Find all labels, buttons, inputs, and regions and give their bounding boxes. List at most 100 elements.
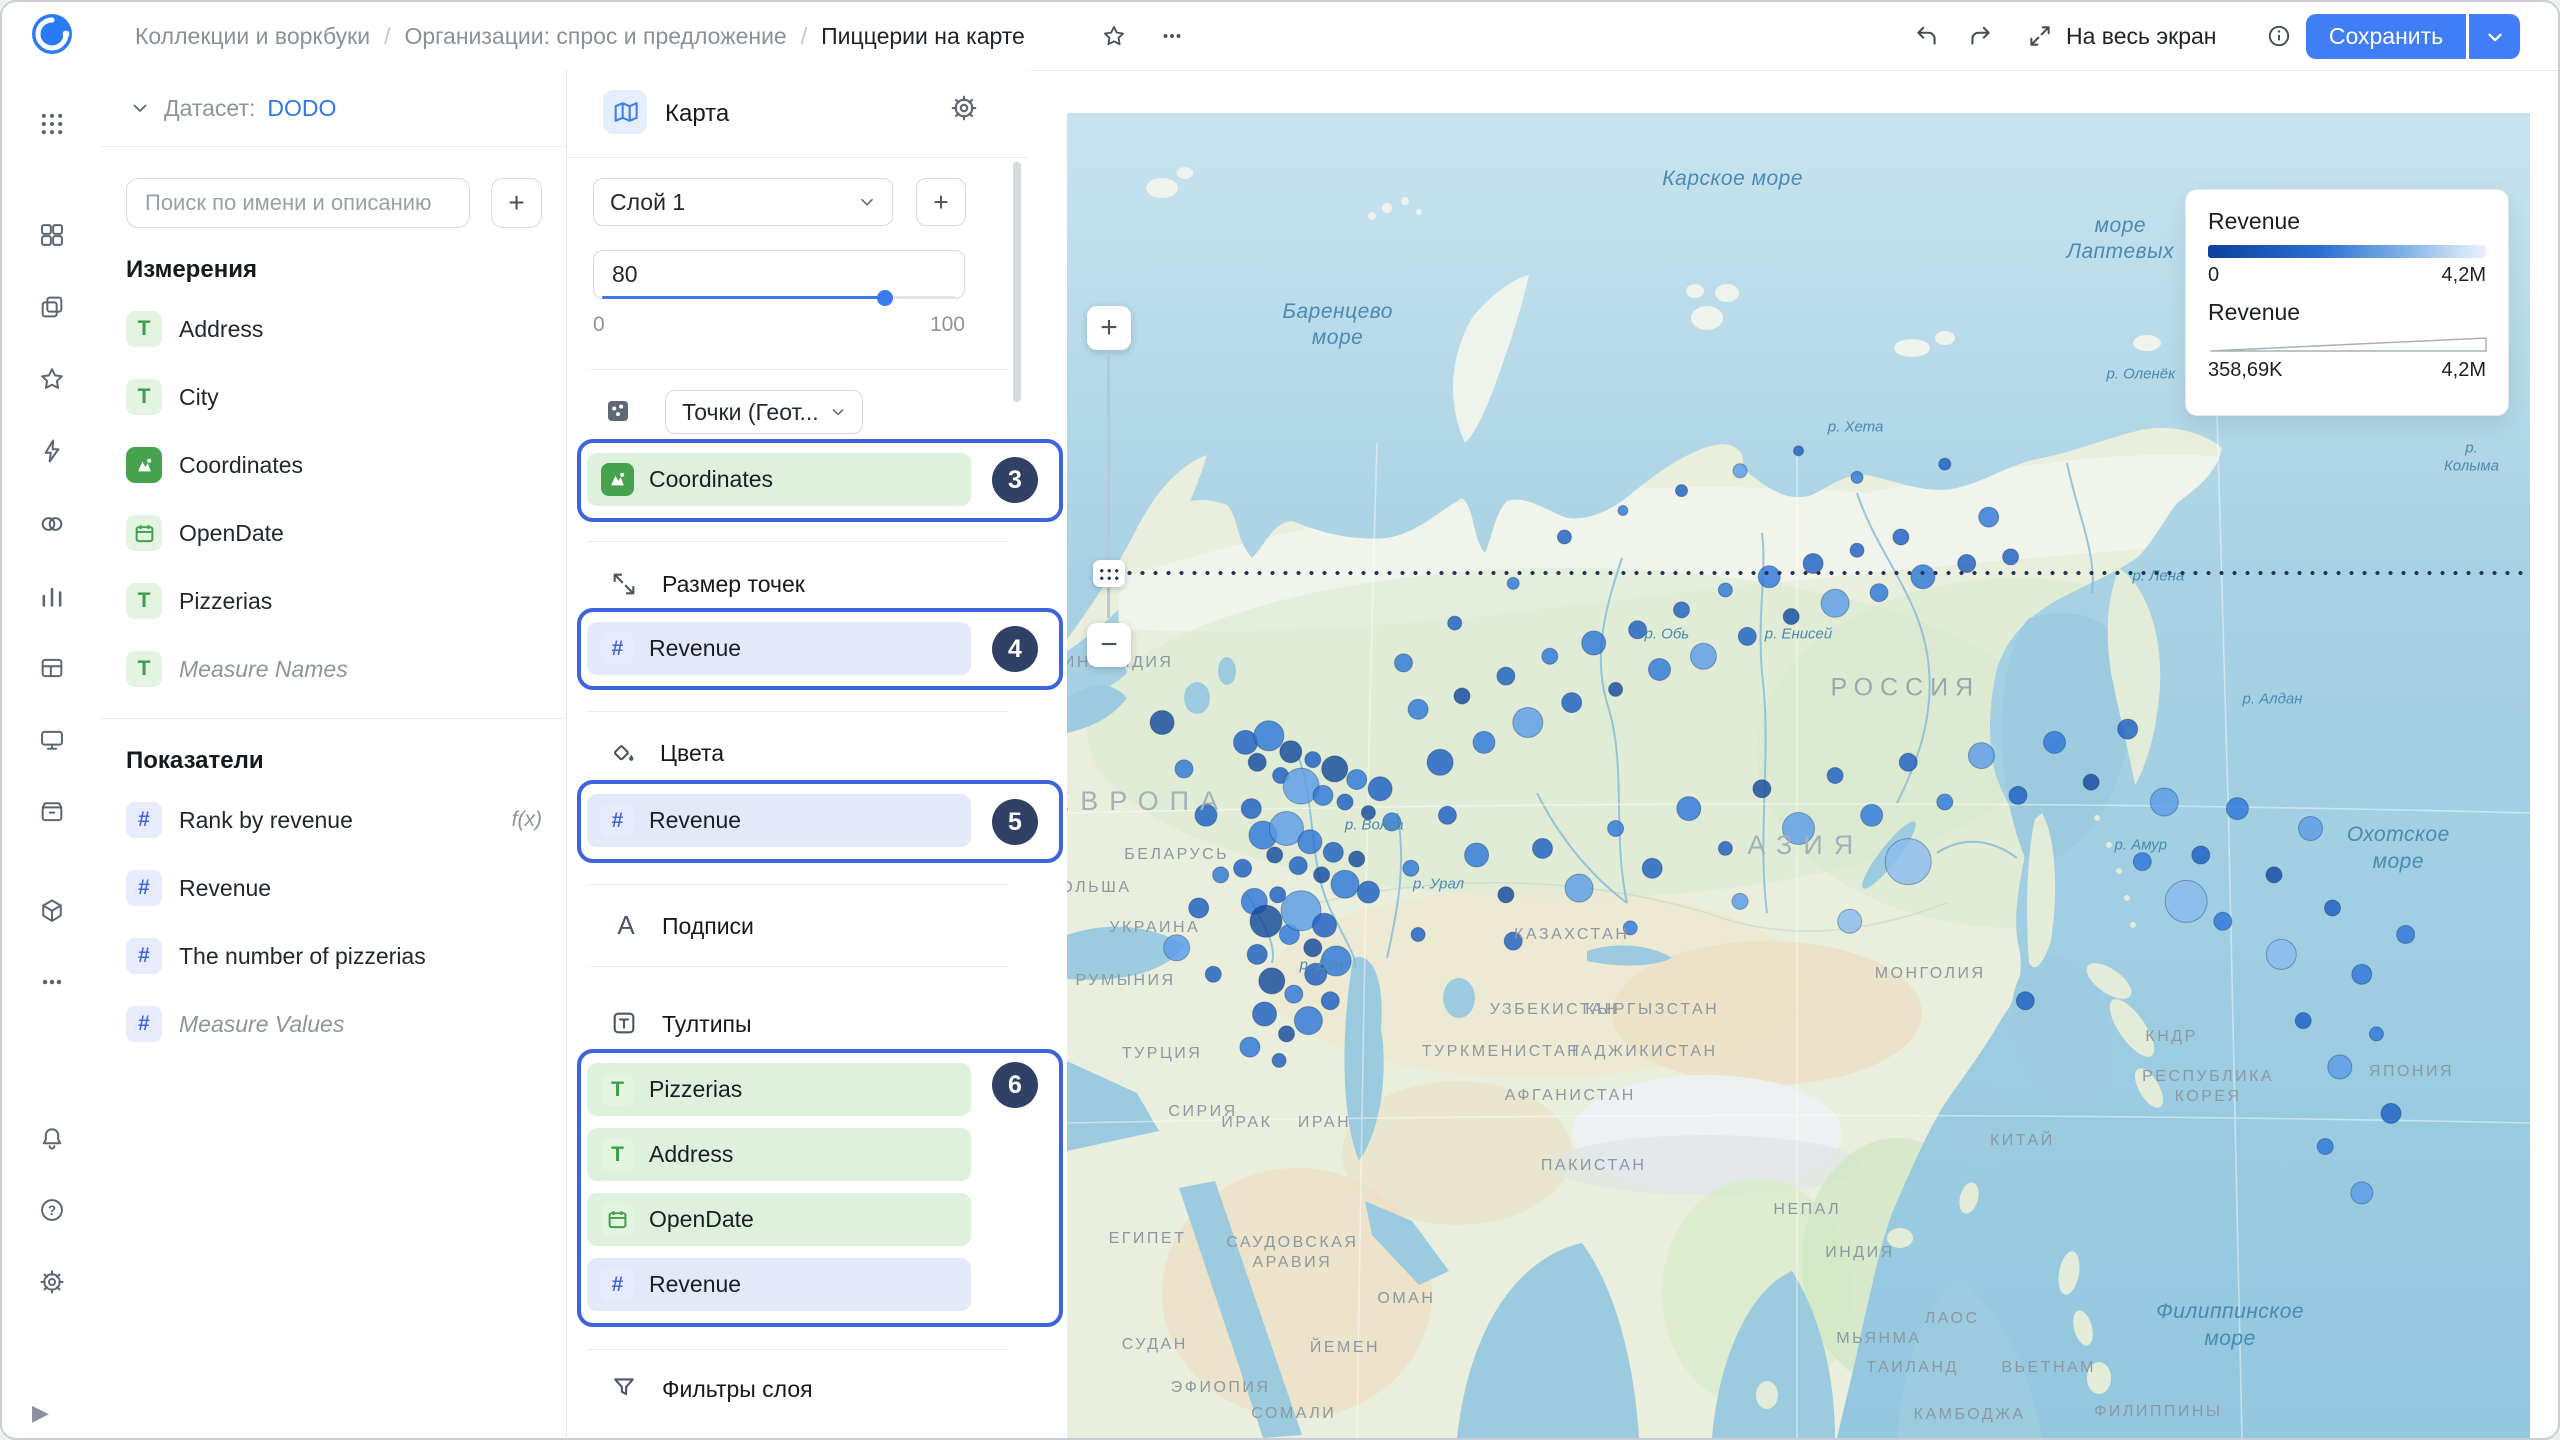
map-bubble[interactable] bbox=[1272, 1053, 1286, 1067]
map-bubble[interactable] bbox=[1205, 966, 1221, 982]
map-bubble[interactable] bbox=[1821, 589, 1849, 617]
map-bubble[interactable] bbox=[1642, 858, 1662, 878]
map-bubble[interactable] bbox=[1322, 756, 1348, 782]
map-bubble[interactable] bbox=[1533, 838, 1553, 858]
field-revenue[interactable]: #Revenue bbox=[126, 869, 542, 907]
map-bubble[interactable] bbox=[1313, 913, 1337, 937]
map-bubble[interactable] bbox=[1259, 968, 1285, 994]
collections-icon[interactable] bbox=[28, 211, 76, 259]
dataset-header[interactable]: Датасет: DODO bbox=[102, 70, 566, 147]
layer-select[interactable]: Слой 1 bbox=[593, 178, 893, 226]
map-bubble[interactable] bbox=[2150, 788, 2178, 816]
map-bubble[interactable] bbox=[1498, 887, 1514, 903]
map-bubble[interactable] bbox=[1629, 621, 1647, 639]
map-bubble[interactable] bbox=[1279, 1026, 1295, 1042]
chip-coordinates[interactable]: Coordinates bbox=[587, 453, 971, 506]
map-bubble[interactable] bbox=[1939, 458, 1951, 470]
storage-box-icon[interactable] bbox=[28, 788, 76, 836]
redo-icon[interactable] bbox=[1958, 14, 2002, 58]
map-bubble[interactable] bbox=[1289, 857, 1307, 875]
chip-revenue[interactable]: #Revenue bbox=[587, 794, 971, 847]
opacity-slider[interactable]: 80 bbox=[593, 250, 965, 299]
map-bubble[interactable] bbox=[1361, 806, 1375, 820]
map-bubble[interactable] bbox=[1507, 577, 1519, 589]
map-bubble[interactable] bbox=[2317, 1139, 2333, 1155]
map-bubble[interactable] bbox=[1213, 867, 1229, 883]
zoom-out-button[interactable]: − bbox=[1087, 623, 1131, 667]
map-bubble[interactable] bbox=[2118, 719, 2138, 739]
map-bubble[interactable] bbox=[1403, 860, 1419, 876]
map-bubble[interactable] bbox=[1240, 1037, 1260, 1057]
map-bubble[interactable] bbox=[1497, 667, 1515, 685]
map-bubble[interactable] bbox=[1247, 944, 1267, 964]
map-bubble[interactable] bbox=[1732, 893, 1748, 909]
map-bubble[interactable] bbox=[1979, 507, 1999, 527]
map-bubble[interactable] bbox=[1438, 806, 1456, 824]
slider-track[interactable] bbox=[602, 296, 956, 299]
collapse-panel-icon[interactable]: ▶ bbox=[32, 1400, 49, 1426]
map-bubble[interactable] bbox=[1618, 506, 1628, 516]
zoom-in-button[interactable]: + bbox=[1087, 306, 1131, 350]
map-bubble[interactable] bbox=[1899, 753, 1917, 771]
field-the-number-of-pizzerias[interactable]: #The number of pizzerias bbox=[126, 937, 542, 975]
save-dropdown-button[interactable] bbox=[2469, 14, 2520, 59]
favorite-star-icon[interactable] bbox=[1092, 14, 1136, 58]
notifications-bell-icon[interactable] bbox=[28, 1114, 76, 1162]
map-bubble[interactable] bbox=[2381, 1103, 2401, 1123]
map-bubble[interactable] bbox=[1473, 731, 1495, 753]
map-bubble[interactable] bbox=[1649, 659, 1671, 681]
map-bubble[interactable] bbox=[1189, 898, 1209, 918]
map-bubble[interactable] bbox=[1674, 602, 1690, 618]
chip-opendate[interactable]: OpenDate bbox=[587, 1193, 971, 1246]
map-canvas[interactable]: Карское мореБаренцево мореморе ЛаптевыхО… bbox=[1067, 113, 2530, 1438]
map-bubble[interactable] bbox=[1937, 794, 1953, 810]
map-bubble[interactable] bbox=[1513, 708, 1543, 738]
map-bubble[interactable] bbox=[1347, 770, 1367, 790]
map-bubble[interactable] bbox=[1850, 543, 1864, 557]
map-bubble[interactable] bbox=[2165, 880, 2207, 922]
breadcrumb-item[interactable]: Организации: спрос и предложение bbox=[404, 23, 786, 50]
map-bubble[interactable] bbox=[2192, 846, 2210, 864]
cube-icon[interactable] bbox=[28, 887, 76, 935]
map-bubble[interactable] bbox=[1270, 887, 1286, 903]
save-button[interactable]: Сохранить bbox=[2306, 14, 2466, 59]
more-icon[interactable] bbox=[28, 958, 76, 1006]
field-measure-values[interactable]: #Measure Values bbox=[126, 1005, 542, 1043]
map-bubble[interactable] bbox=[1968, 743, 1994, 769]
map-bubble[interactable] bbox=[1234, 859, 1252, 877]
map-bubble[interactable] bbox=[1349, 851, 1365, 867]
map-bubble[interactable] bbox=[2352, 964, 2372, 984]
dataset-name-link[interactable]: DODO bbox=[267, 95, 336, 122]
map-bubble[interactable] bbox=[2083, 774, 2099, 790]
map-bubble[interactable] bbox=[1175, 760, 1193, 778]
datasets-table-icon[interactable] bbox=[28, 644, 76, 692]
map-bubble[interactable] bbox=[1827, 768, 1843, 784]
map-bubble[interactable] bbox=[1408, 699, 1428, 719]
field-measure-names[interactable]: TMeasure Names bbox=[126, 650, 542, 688]
map-bubble[interactable] bbox=[1677, 797, 1701, 821]
map-bubble[interactable] bbox=[2016, 992, 2034, 1010]
map-bubble[interactable] bbox=[1395, 654, 1413, 672]
map-bubble[interactable] bbox=[1321, 992, 1339, 1010]
map-bubble[interactable] bbox=[1331, 870, 1359, 898]
ruler-drag-handle[interactable] bbox=[1093, 560, 1125, 587]
map-bubble[interactable] bbox=[1504, 932, 1522, 950]
map-bubble[interactable] bbox=[1383, 813, 1401, 831]
field-coordinates[interactable]: Coordinates bbox=[126, 446, 542, 484]
map-bubble[interactable] bbox=[1314, 867, 1330, 883]
map-bubble[interactable] bbox=[1753, 780, 1771, 798]
map-bubble[interactable] bbox=[1718, 841, 1732, 855]
add-field-button[interactable]: + bbox=[491, 178, 542, 228]
map-bubble[interactable] bbox=[1783, 813, 1815, 845]
info-icon[interactable] bbox=[2257, 14, 2301, 58]
map-bubble[interactable] bbox=[1248, 753, 1266, 771]
map-bubble[interactable] bbox=[1911, 565, 1935, 589]
map-bubble[interactable] bbox=[1733, 464, 1747, 478]
map-bubble[interactable] bbox=[1465, 843, 1489, 867]
map-bubble[interactable] bbox=[1454, 688, 1470, 704]
chip-revenue[interactable]: #Revenue bbox=[587, 622, 971, 675]
connections-icon[interactable] bbox=[28, 500, 76, 548]
map-bubble[interactable] bbox=[1958, 555, 1976, 573]
map-bubble[interactable] bbox=[1250, 905, 1282, 937]
map-bubble[interactable] bbox=[1851, 471, 1863, 483]
